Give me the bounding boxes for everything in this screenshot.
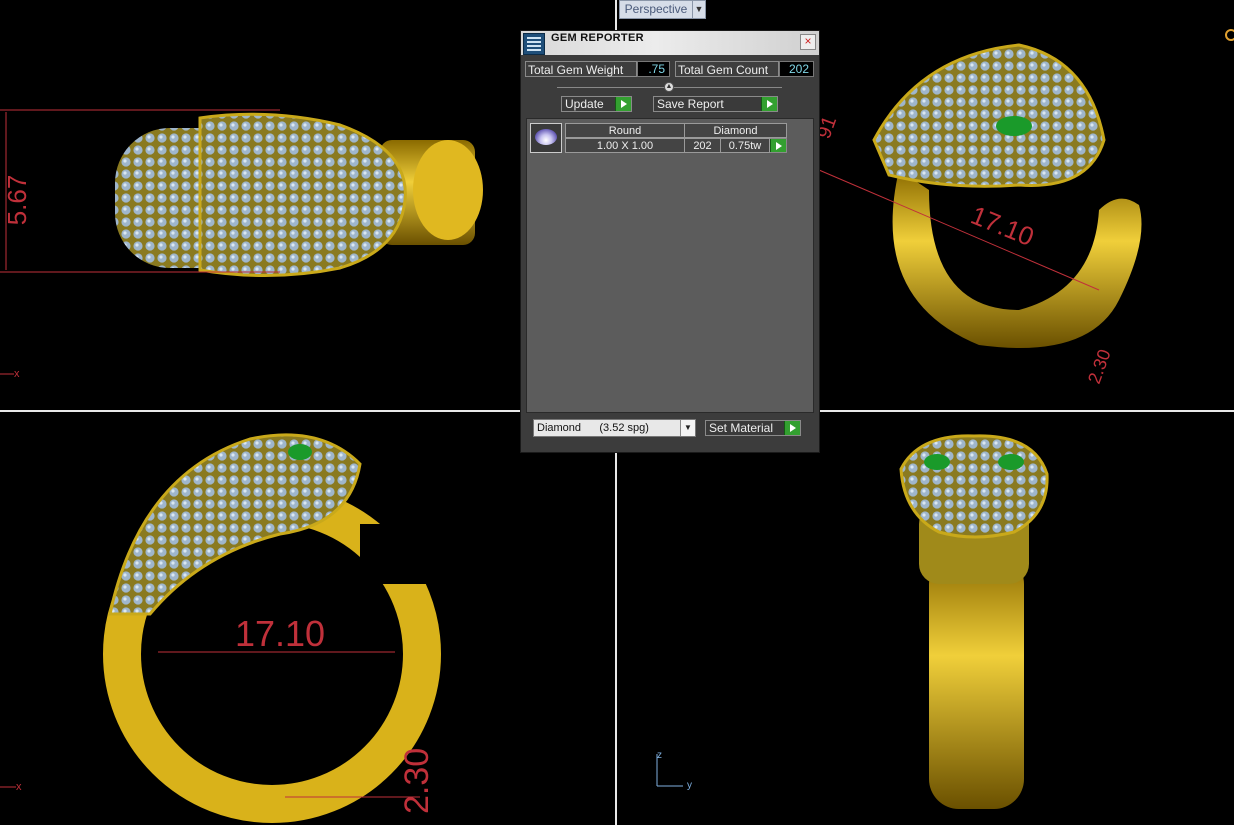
dim-perspective-c: 2.30 [1084,347,1115,387]
axis-label-z: z [657,750,662,761]
close-icon[interactable]: × [800,34,816,50]
material-select-value: Diamond (3.52 spg) [537,422,649,434]
material-select[interactable]: Diamond (3.52 spg) ▼ [533,419,696,437]
total-count-label: Total Gem Count [675,61,779,77]
play-arrow-icon [770,139,786,152]
gem-row-select-button[interactable] [770,138,787,153]
set-material-button[interactable]: Set Material [705,420,801,436]
gem-count-cell: 202 [684,138,721,153]
dim-side-width: 2.30 [398,748,436,814]
gem-material-cell: Diamond [684,123,787,138]
collapse-toggle-icon[interactable]: ▲ [664,82,674,92]
update-button[interactable]: Update [561,96,632,112]
round-gem-thumbnail-icon[interactable] [530,123,562,153]
save-report-button[interactable]: Save Report [653,96,778,112]
gem-size-cell: 1.00 X 1.00 [565,138,685,153]
axis-marker-x2: x [16,781,22,793]
viewport-side[interactable]: 17.10 2.30 x [0,414,615,825]
view-mode-dropdown[interactable]: Perspective ▼ [619,0,706,19]
gem-shape-cell: Round [565,123,685,138]
chevron-down-icon[interactable]: ▼ [693,0,706,19]
gem-reporter-window: GEM REPORTER × Total Gem Weight .75 Tota… [520,30,820,453]
window-title-bar[interactable]: GEM REPORTER × [521,31,819,55]
total-count-value: 202 [779,61,814,77]
window-title: GEM REPORTER [551,32,644,44]
ring-side-view: 17.10 2.30 x [0,433,450,823]
gem-weight-cell: 0.75tw [720,138,770,153]
gem-list: Round Diamond 1.00 X 1.00 202 0.75tw [526,118,814,413]
panther-eye [996,116,1032,136]
update-button-label: Update [565,97,604,111]
axis-label-y: y [687,780,692,791]
save-report-button-label: Save Report [657,97,724,111]
material-bar: Diamond (3.52 spg) ▼ Set Material [521,414,819,452]
axis-marker-x: x [14,368,20,380]
dim-perspective-inner: 17.10 [967,200,1039,252]
viewport-front[interactable]: z y [619,414,1234,825]
play-arrow-icon [784,421,800,435]
gem-reporter-logo-icon [523,33,545,55]
play-arrow-icon [761,97,777,111]
chevron-down-icon[interactable]: ▼ [680,420,695,436]
view-mode-label[interactable]: Perspective [619,0,693,19]
dim-top-side: 5.67 [2,175,32,226]
ring-front-view [656,434,1049,809]
set-material-button-label: Set Material [709,421,774,435]
dim-side-inner: 17.10 [235,613,325,654]
total-weight-value: .75 [637,61,670,77]
play-arrow-icon [615,97,631,111]
total-weight-label: Total Gem Weight [525,61,637,77]
